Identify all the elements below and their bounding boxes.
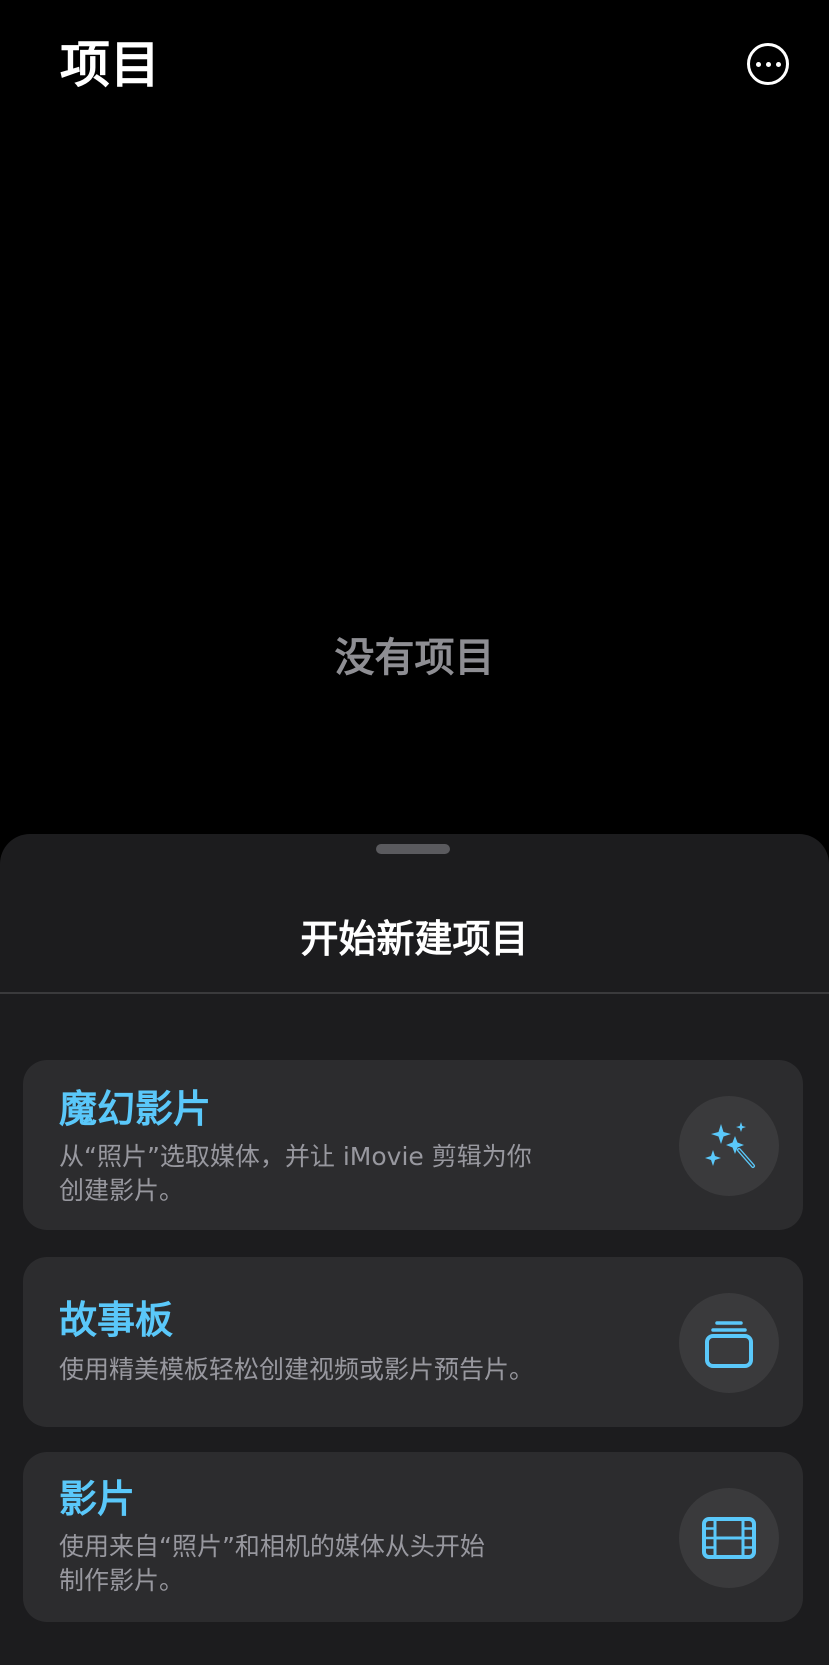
movie-icon-button[interactable] [679, 1488, 779, 1588]
card-title: 故事板 [59, 1298, 174, 1342]
film-strip-icon [702, 1517, 756, 1559]
divider [0, 992, 829, 994]
card-description: 使用精美模板轻松创建视频或影片预告片。 [59, 1353, 619, 1387]
sheet-grabber[interactable] [376, 844, 450, 854]
sheet-title: 开始新建项目 [300, 917, 529, 961]
card-description: 从“照片”选取媒体，并让 iMovie 剪辑为你 创建影片。 [59, 1140, 599, 1208]
more-options-button[interactable] [747, 43, 789, 85]
new-project-sheet: 开始新建项目 魔幻影片 从“照片”选取媒体，并让 iMovie 剪辑为你 创建影… [0, 834, 829, 1665]
movie-card[interactable]: 影片 使用来自“照片”和相机的媒体从头开始 制作影片。 [23, 1452, 803, 1622]
card-title: 魔幻影片 [59, 1087, 212, 1131]
storyboard-card[interactable]: 故事板 使用精美模板轻松创建视频或影片预告片。 [23, 1257, 803, 1427]
card-description-line: 使用来自“照片”和相机的媒体从头开始 [59, 1532, 485, 1561]
storyboard-icon-button[interactable] [679, 1293, 779, 1393]
empty-state-text: 没有项目 [334, 635, 495, 681]
page-title: 项目 [60, 36, 160, 94]
card-title: 影片 [59, 1477, 136, 1521]
nav-header: 项目 [0, 0, 829, 140]
magic-movie-card[interactable]: 魔幻影片 从“照片”选取媒体，并让 iMovie 剪辑为你 创建影片。 [23, 1060, 803, 1230]
ellipsis-circle-icon [755, 61, 761, 67]
magic-wand-icon-button[interactable] [679, 1096, 779, 1196]
magic-wand-icon [705, 1122, 755, 1168]
card-description-line: 创建影片。 [59, 1176, 185, 1205]
card-description-line: 使用精美模板轻松创建视频或影片预告片。 [59, 1355, 535, 1384]
storyboard-stack-icon [705, 1321, 753, 1368]
ellipsis-dot [775, 61, 781, 67]
card-description-line: 从“照片”选取媒体，并让 iMovie 剪辑为你 [59, 1142, 532, 1171]
card-description: 使用来自“照片”和相机的媒体从头开始 制作影片。 [59, 1530, 599, 1598]
ellipsis-dot [765, 61, 771, 67]
card-description-line: 制作影片。 [59, 1566, 185, 1595]
